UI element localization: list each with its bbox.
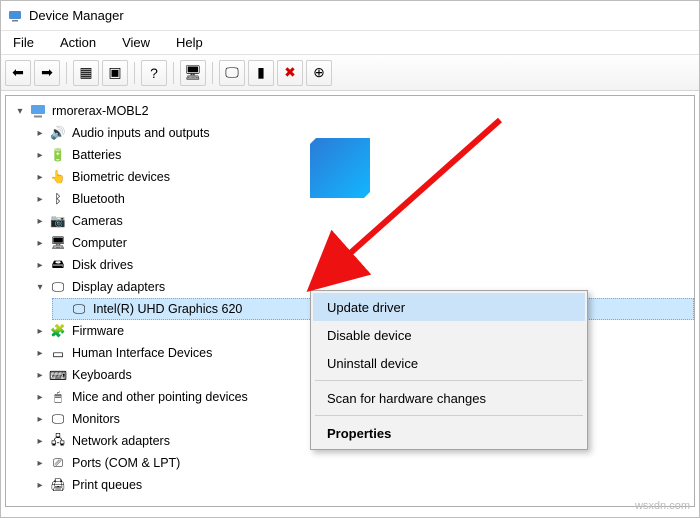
category-icon: 🖵 — [50, 411, 66, 427]
expand-icon[interactable]: ▾ — [14, 105, 26, 117]
category-icon: ⎚ — [50, 455, 66, 471]
context-item-scan[interactable]: Scan for hardware changes — [313, 384, 585, 412]
expand-icon[interactable]: ▸ — [34, 127, 46, 139]
watermark: wsxdn.com — [635, 500, 690, 512]
expand-icon[interactable]: ▸ — [34, 325, 46, 337]
category-label: Cameras — [70, 213, 125, 229]
computer-icon — [30, 103, 46, 119]
category-icon: ⌨ — [50, 367, 66, 383]
category-label: Audio inputs and outputs — [70, 125, 212, 141]
category-icon: 🖧 — [50, 433, 66, 449]
category-label: Print queues — [70, 477, 144, 493]
collapse-icon[interactable]: ▾ — [34, 281, 46, 293]
expand-icon[interactable]: ▸ — [34, 171, 46, 183]
expand-icon[interactable]: ▸ — [34, 259, 46, 271]
expand-icon[interactable]: ▸ — [34, 457, 46, 469]
context-item-properties[interactable]: Properties — [313, 419, 585, 447]
category-icon: 🖴 — [50, 257, 66, 273]
category-label: Display adapters — [70, 279, 167, 295]
device-icon: 🖵 — [71, 301, 87, 317]
category-label: Biometric devices — [70, 169, 172, 185]
category-icon: 📷 — [50, 213, 66, 229]
category-icon: 🔋 — [50, 147, 66, 163]
app-icon — [7, 8, 23, 24]
category-label: Human Interface Devices — [70, 345, 214, 361]
title-bar: Device Manager — [1, 1, 699, 31]
tree-category-computer[interactable]: ▸ 🖥Computer — [32, 232, 694, 254]
tree-root-label: rmorerax-MOBL2 — [50, 103, 151, 119]
enable-icon[interactable]: ⊕ — [306, 60, 332, 86]
category-label: Bluetooth — [70, 191, 127, 207]
category-label: Batteries — [70, 147, 123, 163]
menu-bar: File Action View Help — [1, 31, 699, 55]
category-icon: 🖵 — [50, 279, 66, 295]
category-label: Monitors — [70, 411, 122, 427]
show-hidden-icon[interactable]: ▦ — [73, 60, 99, 86]
expand-icon[interactable]: ▸ — [34, 193, 46, 205]
expand-icon[interactable]: ▸ — [34, 149, 46, 161]
window-title: Device Manager — [29, 8, 124, 23]
context-item-disable[interactable]: Disable device — [313, 321, 585, 349]
properties-icon[interactable]: ▣ — [102, 60, 128, 86]
menu-action[interactable]: Action — [56, 33, 100, 52]
tree-category-print[interactable]: ▸ 🖨Print queues — [32, 474, 694, 496]
category-icon: 🖥 — [50, 235, 66, 251]
context-item-uninstall[interactable]: Uninstall device — [313, 349, 585, 377]
expand-icon[interactable]: ▸ — [34, 347, 46, 359]
expand-icon[interactable]: ▸ — [34, 435, 46, 447]
category-icon: 👆 — [50, 169, 66, 185]
expand-icon[interactable]: ▸ — [34, 369, 46, 381]
menu-help[interactable]: Help — [172, 33, 207, 52]
expand-icon[interactable]: ▸ — [34, 215, 46, 227]
category-icon: ▭ — [50, 345, 66, 361]
tree-category-cameras[interactable]: ▸ 📷Cameras — [32, 210, 694, 232]
uninstall-icon[interactable]: ▮ — [248, 60, 274, 86]
tree-root[interactable]: ▾ rmorerax-MOBL2 — [12, 100, 694, 122]
menu-file[interactable]: File — [9, 33, 38, 52]
category-icon: 🖱 — [50, 389, 66, 405]
category-label: Disk drives — [70, 257, 135, 273]
update-driver-icon[interactable]: 🖵 — [219, 60, 245, 86]
expand-icon[interactable]: ▸ — [34, 237, 46, 249]
category-label: Firmware — [70, 323, 126, 339]
back-icon[interactable]: ⬅ — [5, 60, 31, 86]
category-icon: ᛒ — [50, 191, 66, 207]
context-item-update[interactable]: Update driver — [313, 293, 585, 321]
category-icon: 🔊 — [50, 125, 66, 141]
disable-icon[interactable]: ✖ — [277, 60, 303, 86]
category-label: Mice and other pointing devices — [70, 389, 250, 405]
expand-icon[interactable]: ▸ — [34, 479, 46, 491]
tree-category-ports[interactable]: ▸ ⎚Ports (COM & LPT) — [32, 452, 694, 474]
help-icon[interactable]: ? — [141, 60, 167, 86]
menu-view[interactable]: View — [118, 33, 154, 52]
expand-icon[interactable]: ▸ — [34, 391, 46, 403]
tree-category-disk[interactable]: ▸ 🖴Disk drives — [32, 254, 694, 276]
category-icon: 🖨 — [50, 477, 66, 493]
category-label: Computer — [70, 235, 129, 251]
device-label: Intel(R) UHD Graphics 620 — [91, 301, 244, 317]
expand-icon[interactable]: ▸ — [34, 413, 46, 425]
category-label: Ports (COM & LPT) — [70, 455, 182, 471]
toolbar: ⬅➡ ▦▣? 🖥 🖵▮✖⊕ — [1, 55, 699, 91]
annotation-logo — [310, 138, 370, 198]
category-label: Network adapters — [70, 433, 172, 449]
scan-icon[interactable]: 🖥 — [180, 60, 206, 86]
context-menu: Update driverDisable deviceUninstall dev… — [310, 290, 588, 450]
category-icon: 🧩 — [50, 323, 66, 339]
forward-icon[interactable]: ➡ — [34, 60, 60, 86]
category-label: Keyboards — [70, 367, 134, 383]
